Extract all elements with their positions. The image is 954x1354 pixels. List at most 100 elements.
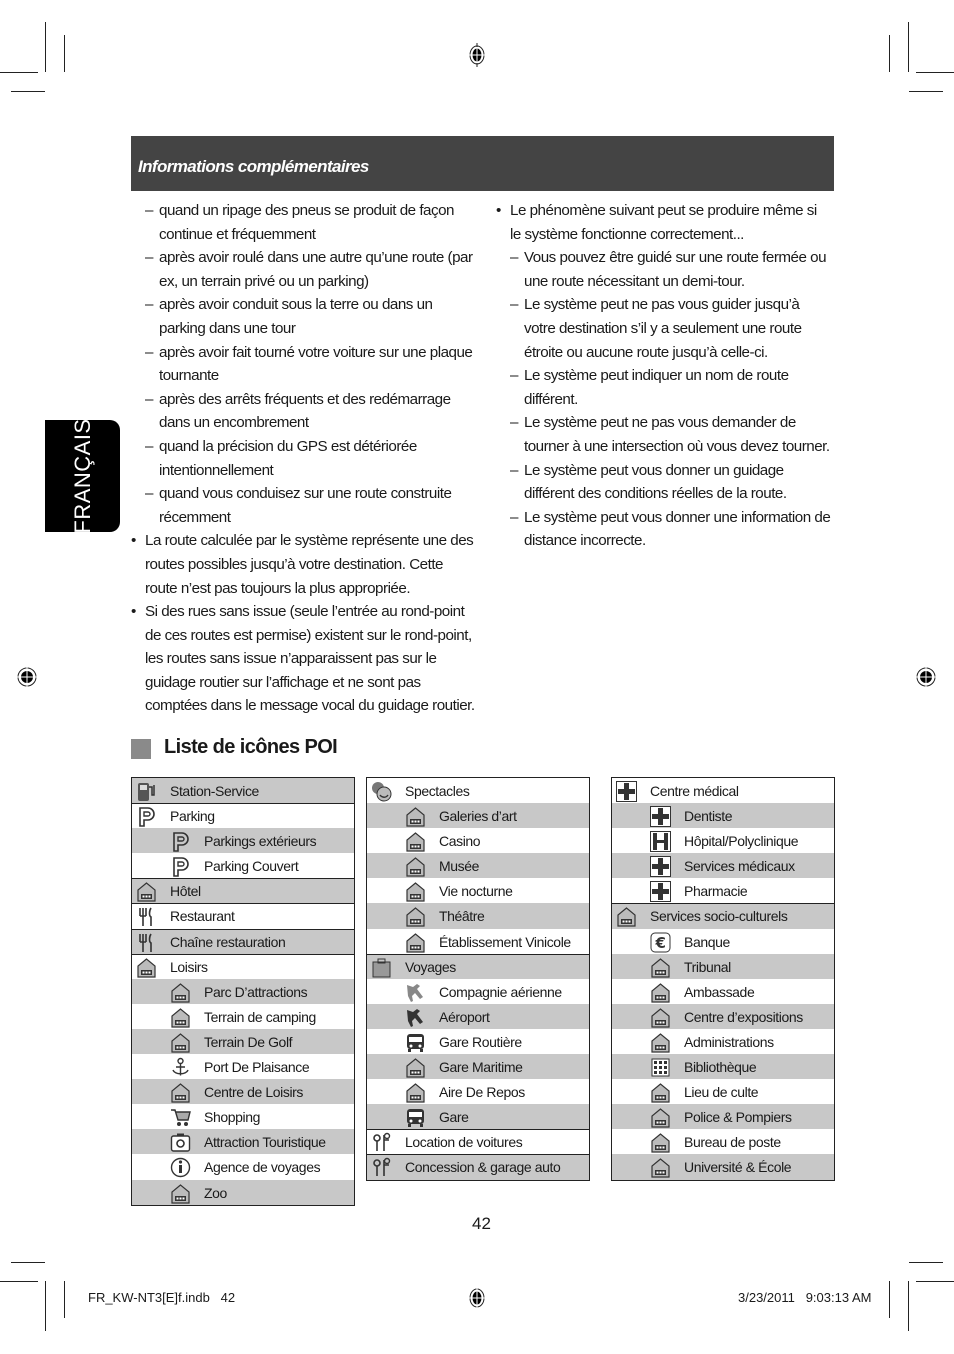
library-icon — [651, 1058, 670, 1077]
flags-icon — [171, 982, 190, 1003]
poi-category-row: Hôtel — [132, 878, 354, 904]
poi-table-2: Spectacles Galeries d’art Casino Musée Vie n… — [366, 777, 590, 1181]
poi-label: Casino — [439, 833, 481, 850]
poi-label: Services socio-culturels — [650, 908, 788, 925]
poi-section-title: Liste de icônes POI — [164, 736, 338, 758]
poi-subcategory-row: Casino — [367, 828, 589, 853]
poi-table-3: Centre médical Dentiste Hôpital/Polycliniq… — [611, 777, 835, 1181]
suitcase-icon — [372, 958, 391, 978]
poi-label: Parking Couvert — [204, 858, 299, 875]
poi-label: Banque — [684, 933, 730, 950]
language-tab: FRANÇAIS — [45, 418, 120, 534]
list-item-text: Le système peut vous donner une informat… — [524, 508, 831, 550]
crop-mark — [909, 1262, 943, 1263]
fork-knife-icon — [139, 908, 152, 927]
poi-label: Établissement Vinicole — [439, 933, 571, 950]
poi-label: Théâtre — [439, 908, 485, 925]
train-icon — [407, 1109, 424, 1128]
list-item-text: après avoir fait tourné votre voiture su… — [159, 343, 473, 385]
theater-icon — [406, 907, 425, 928]
poi-category-row: Spectacles — [367, 778, 589, 803]
medical-cross-icon — [616, 781, 637, 802]
medical-cross-icon — [650, 856, 671, 878]
registration-mark-icon — [915, 666, 937, 688]
dash-marker: – — [145, 437, 153, 455]
section-header-bar: Informations complémentaires — [131, 136, 834, 191]
medical-cross-icon — [650, 806, 671, 828]
poi-subcategory-row: Bureau de poste — [612, 1129, 834, 1154]
poi-label: Centre d’expositions — [684, 1008, 803, 1025]
crop-mark — [908, 22, 909, 72]
poi-label: Voyages — [405, 958, 456, 975]
section-square-icon — [131, 739, 151, 759]
parking-icon — [139, 807, 155, 827]
section-title: Informations complémentaires — [138, 157, 369, 176]
list-item-text: quand vous conduisez sur une route const… — [159, 485, 452, 526]
poi-label: Tribunal — [684, 958, 731, 975]
car-key-icon — [373, 1158, 391, 1177]
dash-marker: – — [510, 367, 518, 385]
svg-text:€: € — [654, 934, 665, 952]
poi-label: Aéroport — [439, 1008, 490, 1025]
poi-subcategory-row: Lieu de culte — [612, 1079, 834, 1104]
poi-label: Centre médical — [650, 783, 739, 799]
info-icon — [170, 1158, 191, 1178]
poi-label: Loisirs — [170, 958, 208, 975]
poi-subcategory-row: Établissement Vinicole — [367, 929, 589, 954]
poi-label: Parkings extérieurs — [204, 833, 317, 850]
poi-label: Attraction Touristique — [204, 1134, 326, 1151]
dash-list-item: – Le système peut ne pas vous demander de… — [496, 411, 831, 458]
dash-marker: – — [145, 343, 153, 361]
dash-marker: – — [145, 249, 153, 267]
crop-mark — [916, 1281, 954, 1282]
list-item-text: Le système peut vous donner un guidage d… — [524, 461, 787, 503]
tree-tent-icon — [171, 1008, 190, 1028]
car-key-icon — [373, 1133, 391, 1152]
poi-subcategory-row: Terrain de camping — [132, 1004, 354, 1029]
list-item-text: quand un ripage des pneus se produit de … — [159, 202, 455, 243]
fork-knife-icon — [139, 933, 152, 952]
poi-subcategory-row: Ambassade — [612, 979, 834, 1004]
list-item-text: La route calculée par le système représe… — [145, 532, 474, 597]
crop-mark — [908, 1281, 909, 1331]
dash-marker: – — [510, 508, 518, 526]
poi-subcategory-row: Tribunal — [612, 953, 834, 979]
registration-mark-icon — [468, 43, 486, 67]
poi-category-row: Chaîne restauration — [132, 928, 354, 954]
dash-marker: – — [145, 390, 153, 408]
crop-mark — [0, 72, 38, 73]
shopping-cart-icon — [171, 1109, 191, 1127]
poi-subcategory-row: Gare — [367, 1104, 589, 1130]
poi-category-row: Voyages — [367, 953, 589, 979]
dash-list-item: – après des arrêts fréquents et des redém… — [131, 388, 476, 435]
crop-mark — [11, 1262, 45, 1263]
poi-label: Dentiste — [684, 808, 733, 825]
gallery-building-icon — [406, 807, 425, 827]
poi-subcategory-row: Port De Plaisance — [132, 1054, 354, 1079]
poi-category-row: Concession & garage auto — [367, 1154, 589, 1180]
dash-list-item: – quand la précision du GPS est détérioré… — [131, 435, 476, 482]
crop-mark — [889, 1281, 890, 1318]
poi-label: Lieu de culte — [684, 1084, 759, 1101]
poi-category-row: Station-Service — [132, 778, 354, 804]
poi-subcategory-row: Administrations — [612, 1029, 834, 1054]
list-item-text: Si des rues sans issue (seule l’entrée a… — [145, 603, 475, 715]
poi-subcategory-row: Terrain De Golf — [132, 1028, 354, 1055]
dash-marker: – — [510, 461, 518, 479]
poi-label: Aire De Repos — [439, 1084, 525, 1101]
nightlife-icon — [406, 882, 425, 902]
list-item-text: après avoir roulé dans une autre qu’une … — [159, 249, 473, 290]
list-item-text: Le système peut ne pas vous demander de … — [524, 414, 830, 455]
poi-label: Université & École — [684, 1159, 792, 1176]
poi-subcategory-row: Aéroport — [367, 1003, 589, 1029]
registration-mark-icon — [16, 666, 38, 688]
bullet-marker: • — [131, 603, 136, 621]
crop-mark — [0, 1281, 38, 1282]
poi-label: Bureau de poste — [684, 1134, 781, 1151]
poi-label: Compagnie aérienne — [439, 983, 562, 1000]
poi-category-row: Services socio-culturels — [612, 903, 834, 929]
poi-label: Zoo — [204, 1184, 227, 1201]
poi-category-row: Parking — [132, 803, 354, 828]
poi-label: Bibliothèque — [684, 1059, 757, 1076]
casino-icon — [406, 832, 425, 852]
